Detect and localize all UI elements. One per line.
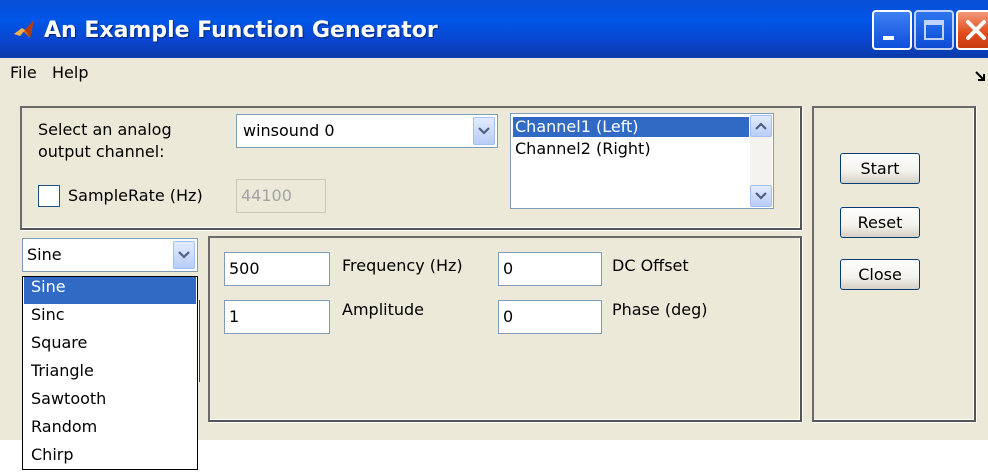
phase-field[interactable]: 0 — [498, 300, 602, 334]
dc-offset-field[interactable]: 0 — [498, 252, 602, 286]
chevron-up-icon — [755, 122, 767, 130]
amplitude-field[interactable]: 1 — [224, 300, 330, 334]
minimize-icon — [883, 36, 894, 40]
close-window-button[interactable] — [956, 10, 988, 50]
samplerate-label: SampleRate (Hz) — [68, 186, 203, 205]
waveform-option[interactable]: Random — [24, 417, 196, 444]
scroll-down-button[interactable] — [750, 185, 772, 207]
start-button[interactable]: Start — [840, 153, 920, 184]
chevron-down-icon — [755, 192, 767, 200]
window-title: An Example Function Generator — [44, 18, 438, 43]
select-channel-label-line2: output channel: — [38, 142, 165, 161]
channel-listbox[interactable]: Channel1 (Left) Channel2 (Right) — [510, 113, 774, 209]
menu-bar: File Help — [0, 58, 988, 88]
samplerate-checkbox[interactable] — [38, 185, 60, 207]
minimize-button[interactable] — [872, 10, 912, 50]
phase-label: Phase (deg) — [612, 300, 708, 319]
waveform-options-list[interactable]: Sine Sinc Square Triangle Sawtooth Rando… — [22, 276, 198, 470]
matlab-logo-icon — [12, 18, 36, 42]
frequency-label: Frequency (Hz) — [342, 256, 463, 275]
frequency-field[interactable]: 500 — [224, 252, 330, 286]
reset-button[interactable]: Reset — [840, 207, 920, 238]
close-button[interactable]: Close — [840, 259, 920, 290]
title-bar[interactable]: An Example Function Generator — [0, 0, 988, 58]
samplerate-field[interactable]: 44100 — [236, 179, 326, 213]
menu-help[interactable]: Help — [52, 63, 88, 82]
chevron-down-icon[interactable] — [473, 117, 495, 145]
waveform-option[interactable]: Sawtooth — [24, 389, 196, 416]
scroll-up-button[interactable] — [750, 115, 772, 137]
waveform-option[interactable]: Chirp — [24, 445, 196, 472]
dc-offset-label: DC Offset — [612, 256, 689, 275]
waveform-option[interactable]: Sinc — [24, 305, 196, 332]
maximize-button[interactable] — [914, 10, 954, 50]
channel-list-item[interactable]: Channel1 (Left) — [513, 117, 749, 137]
select-channel-label-line1: Select an analog — [38, 120, 172, 139]
device-dropdown-value: winsound 0 — [243, 121, 335, 140]
maximize-icon — [924, 20, 944, 40]
channel-list-item[interactable]: Channel2 (Right) — [513, 139, 653, 159]
amplitude-label: Amplitude — [342, 300, 424, 319]
menu-file[interactable]: File — [10, 63, 37, 82]
close-icon — [966, 20, 986, 40]
waveform-option[interactable]: Square — [24, 333, 196, 360]
waveform-dropdown-value: Sine — [27, 245, 62, 264]
waveform-option[interactable]: Sine — [24, 277, 196, 304]
toolbar-dock-arrow-icon[interactable] — [974, 67, 986, 86]
chevron-down-icon[interactable] — [173, 241, 195, 269]
waveform-option[interactable]: Triangle — [24, 361, 196, 388]
waveform-dropdown[interactable]: Sine — [22, 238, 198, 272]
device-dropdown[interactable]: winsound 0 — [236, 114, 498, 148]
channel-list-scrollbar[interactable] — [750, 115, 772, 207]
